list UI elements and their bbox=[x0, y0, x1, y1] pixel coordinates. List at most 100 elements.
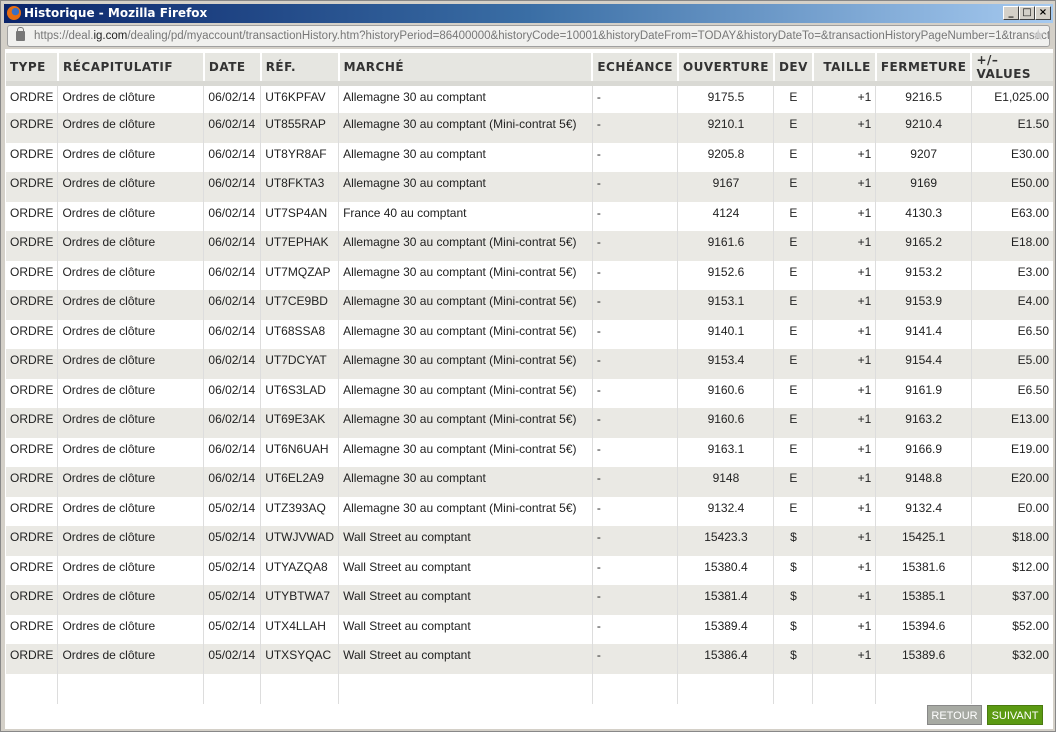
cell-size: +1 bbox=[812, 142, 876, 172]
url-bar[interactable]: https://deal.ig.com/dealing/pd/myaccount… bbox=[7, 25, 1050, 47]
cell-size: +1 bbox=[812, 319, 876, 349]
column-header-expiry: ECHÉANCE bbox=[591, 53, 678, 86]
next-button[interactable]: SUIVANT bbox=[987, 705, 1043, 725]
cell-expiry: - bbox=[591, 172, 678, 202]
table-row[interactable]: ORDRE Ordres de clôture 06/02/14 UT69E3AK Al… bbox=[6, 408, 1053, 438]
empty-cell bbox=[970, 673, 1053, 704]
window-title: Historique - Mozilla Firefox bbox=[24, 6, 208, 20]
cell-pnl: E19.00 bbox=[970, 437, 1053, 467]
table-row[interactable]: ORDRE Ordres de clôture 06/02/14 UT7SP4AN Fr… bbox=[6, 201, 1053, 231]
cell-type: ORDRE bbox=[10, 264, 54, 279]
empty-cell bbox=[812, 673, 876, 704]
cell-summary: Ordres de clôture bbox=[57, 526, 204, 556]
cell-open: 9205.8 bbox=[677, 142, 774, 172]
cell-date: 05/02/14 bbox=[203, 644, 261, 674]
cell-type: ORDRE bbox=[10, 323, 54, 338]
table-row[interactable]: ORDRE Ordres de clôture 05/02/14 UTZ393AQ Al… bbox=[6, 496, 1053, 526]
cell-market: Allemagne 30 au comptant (Mini-contrat 5… bbox=[338, 408, 593, 438]
table-row[interactable]: ORDRE Ordres de clôture 06/02/14 UT8FKTA3 Al… bbox=[6, 172, 1053, 202]
cell-currency: E bbox=[773, 142, 813, 172]
cell-date: 06/02/14 bbox=[203, 260, 261, 290]
table-row[interactable]: ORDRE Ordres de clôture 06/02/14 UT7CE9BD Al… bbox=[6, 290, 1053, 320]
url-domain: ig.com bbox=[93, 30, 128, 42]
cell-date: 06/02/14 bbox=[203, 467, 261, 497]
cell-expiry: - bbox=[591, 113, 678, 143]
cell-type: ORDRE bbox=[10, 500, 54, 515]
cell-date: 06/02/14 bbox=[203, 437, 261, 467]
table-row[interactable]: ORDRE Ordres de clôture 05/02/14 UTX4LLAH Wa… bbox=[6, 614, 1053, 644]
cell-market: Allemagne 30 au comptant bbox=[338, 467, 593, 497]
cell-ref: UT6EL2A9 bbox=[260, 467, 339, 497]
cell-expiry: - bbox=[591, 231, 678, 261]
cell-open: 9161.6 bbox=[677, 231, 774, 261]
table-row[interactable]: ORDRE Ordres de clôture 06/02/14 UT855RAP Al… bbox=[6, 113, 1053, 143]
table-row[interactable]: ORDRE Ordres de clôture 05/02/14 UTWJVWAD Wa… bbox=[6, 526, 1053, 556]
cell-open: 9140.1 bbox=[677, 319, 774, 349]
cell-currency: E bbox=[773, 496, 813, 526]
cell-type: ORDRE bbox=[6, 290, 58, 320]
cell-size: +1 bbox=[812, 467, 876, 497]
table-row[interactable]: ORDRE Ordres de clôture 06/02/14 UT68SSA8 Al… bbox=[6, 319, 1053, 349]
cell-type: ORDRE bbox=[10, 441, 54, 456]
cell-market: Allemagne 30 au comptant (Mini-contrat 5… bbox=[338, 231, 593, 261]
cell-summary: Ordres de clôture bbox=[57, 172, 204, 202]
cell-type: ORDRE bbox=[6, 113, 58, 143]
back-button[interactable]: RETOUR bbox=[927, 705, 982, 725]
cell-summary: Ordres de clôture bbox=[57, 113, 204, 143]
cell-close: 15389.6 bbox=[875, 644, 972, 674]
cell-type: ORDRE bbox=[10, 205, 54, 220]
cell-open: 15381.4 bbox=[677, 585, 774, 615]
cell-close: 9153.9 bbox=[875, 290, 972, 320]
cell-pnl: $52.00 bbox=[970, 614, 1053, 644]
cell-open: 15389.4 bbox=[677, 614, 774, 644]
cell-expiry: - bbox=[591, 585, 678, 615]
cell-currency: E bbox=[773, 408, 813, 438]
cell-expiry: - bbox=[591, 555, 678, 585]
cell-pnl: $18.00 bbox=[970, 526, 1053, 556]
cell-type: ORDRE bbox=[6, 231, 58, 261]
close-button[interactable]: × bbox=[1035, 6, 1051, 20]
url-path: /dealing/pd/myaccount/transactionHistory… bbox=[127, 30, 1050, 42]
table-row[interactable]: ORDRE Ordres de clôture 06/02/14 UT7MQZAP Al… bbox=[6, 260, 1053, 290]
cell-close: 9161.9 bbox=[875, 378, 972, 408]
cell-currency: E bbox=[773, 467, 813, 497]
cell-close: 9165.2 bbox=[875, 231, 972, 261]
cell-size: +1 bbox=[812, 644, 876, 674]
table-row[interactable]: ORDRE Ordres de clôture 06/02/14 UT7EPHAK Al… bbox=[6, 231, 1053, 261]
table-row[interactable]: ORDRE Ordres de clôture 06/02/14 UT8YR8AF Al… bbox=[6, 142, 1053, 172]
maximize-button[interactable]: □ bbox=[1019, 6, 1035, 20]
cell-open: 9153.4 bbox=[677, 349, 774, 379]
bookmark-star-icon[interactable]: ★ bbox=[1032, 26, 1045, 46]
cell-size: +1 bbox=[812, 113, 876, 143]
table-row[interactable]: ORDRE Ordres de clôture 05/02/14 UTYAZQA8 Wa… bbox=[6, 555, 1053, 585]
cell-summary: Ordres de clôture bbox=[57, 408, 204, 438]
table-row[interactable]: ORDRE Ordres de clôture 06/02/14 UT6KPFAV Al… bbox=[6, 83, 1053, 113]
cell-open: 9210.1 bbox=[677, 113, 774, 143]
cell-expiry: - bbox=[591, 437, 678, 467]
table-row[interactable]: ORDRE Ordres de clôture 05/02/14 UTXSYQAC Wa… bbox=[6, 644, 1053, 674]
cell-market: Allemagne 30 au comptant (Mini-contrat 5… bbox=[338, 496, 593, 526]
cell-size: +1 bbox=[812, 585, 876, 615]
cell-summary: Ordres de clôture bbox=[57, 231, 204, 261]
cell-pnl: E30.00 bbox=[970, 142, 1053, 172]
cell-summary: Ordres de clôture bbox=[57, 467, 204, 497]
minimize-button[interactable]: _ bbox=[1003, 6, 1019, 20]
table-row[interactable]: ORDRE Ordres de clôture 06/02/14 UT6S3LAD Al… bbox=[6, 378, 1053, 408]
cell-expiry: - bbox=[591, 378, 678, 408]
cell-ref: UT855RAP bbox=[260, 113, 339, 143]
transaction-history-table: TYPE RÉCAPITULATIF DATE RÉF. MARCHÉ ECHÉANCE O… bbox=[6, 53, 1053, 704]
table-row[interactable]: ORDRE Ordres de clôture 06/02/14 UT6N6UAH Al… bbox=[6, 437, 1053, 467]
cell-date: 06/02/14 bbox=[203, 290, 261, 320]
table-row[interactable]: ORDRE Ordres de clôture 05/02/14 UTYBTWA7 Wa… bbox=[6, 585, 1053, 615]
cell-pnl: E3.00 bbox=[970, 260, 1053, 290]
cell-currency: E bbox=[773, 349, 813, 379]
table-row[interactable]: ORDRE Ordres de clôture 06/02/14 UT7DCYAT Al… bbox=[6, 349, 1053, 379]
column-header-summary: RÉCAPITULATIF bbox=[56, 53, 204, 86]
table-row[interactable]: ORDRE Ordres de clôture 06/02/14 UT6EL2A9 Al… bbox=[6, 467, 1053, 497]
cell-open: 9153.1 bbox=[677, 290, 774, 320]
column-header-ref: RÉF. bbox=[259, 53, 339, 86]
cell-pnl: E0.00 bbox=[970, 496, 1053, 526]
cell-pnl: E5.00 bbox=[970, 349, 1053, 379]
cell-date: 05/02/14 bbox=[203, 496, 261, 526]
cell-market: Allemagne 30 au comptant bbox=[338, 172, 593, 202]
